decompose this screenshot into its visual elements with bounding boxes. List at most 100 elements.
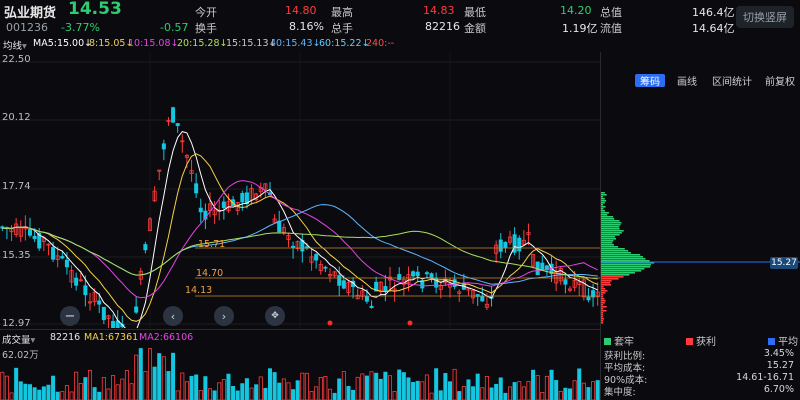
volume-bar	[531, 369, 536, 400]
stat-value: 15.27	[766, 360, 794, 371]
volume-bar	[351, 389, 356, 400]
chip-bar	[601, 230, 624, 232]
stat-profit-ratio: 获利比例: 3.45%	[604, 348, 794, 362]
y-label-top: 22.50	[2, 54, 31, 65]
volume-bar	[115, 384, 120, 400]
volume-bar	[309, 391, 314, 400]
volume-chart[interactable]	[0, 345, 600, 400]
zoom-out-button[interactable]: −	[60, 306, 80, 326]
volume-bar	[364, 375, 369, 400]
chip-bar	[601, 224, 621, 226]
volume-bar	[318, 377, 323, 400]
volume-bar	[424, 374, 429, 400]
avg-price-tag-value: 15.27	[771, 258, 797, 268]
open-label: 今开	[195, 6, 217, 19]
chip-bar	[601, 290, 608, 292]
high-label: 最高	[331, 6, 353, 19]
kline-chart[interactable]	[0, 52, 600, 328]
level-label-low: 14.13	[185, 285, 213, 296]
chip-bar	[601, 282, 611, 284]
volume-bar	[175, 390, 180, 400]
chip-bar	[601, 194, 607, 196]
volume-bar	[337, 378, 342, 400]
volume-bar	[577, 368, 582, 400]
volume-bar	[244, 378, 249, 400]
chip-bar	[601, 234, 620, 236]
stat-90-cost: 90%成本: 14.61-16.71	[604, 372, 794, 386]
volume-bar	[37, 389, 42, 400]
mktcap-label: 总值	[600, 6, 622, 19]
candle-body	[424, 272, 429, 275]
volume-bar	[494, 383, 499, 400]
candle-body	[240, 193, 245, 203]
fullscreen-button[interactable]: ✥	[265, 306, 285, 326]
candle-body	[111, 321, 116, 328]
volume-ma2: MA2:66106	[139, 332, 194, 343]
volume-bar	[411, 382, 416, 400]
volume-bar	[378, 378, 383, 400]
ma240-value: 240:--	[366, 38, 395, 49]
chip-bar	[601, 300, 606, 302]
candle-body	[175, 123, 180, 127]
volume-bar	[484, 376, 489, 400]
volume-bar	[549, 369, 554, 400]
chip-bar	[601, 216, 614, 218]
volume-bar	[586, 387, 591, 400]
volume-bar	[392, 391, 397, 400]
avg-line-dropdown[interactable]: 均线▾	[3, 38, 27, 52]
volume-bar	[0, 371, 5, 400]
candle-body	[97, 300, 102, 305]
event-dot	[407, 320, 413, 326]
volume-bar	[152, 366, 157, 400]
next-button[interactable]: ›	[214, 306, 234, 326]
chip-bar	[601, 268, 645, 270]
volume-bar	[438, 390, 443, 400]
volume-today: 82216	[50, 332, 81, 343]
volume-bar	[69, 391, 74, 400]
candle-body	[517, 237, 522, 252]
candle-body	[198, 207, 203, 213]
candle-body	[60, 256, 65, 259]
candle-body	[64, 259, 69, 268]
quote-header: 弘业期货 14.53 001236 -3.77% -0.57 今开 14.80 …	[0, 0, 800, 36]
volume-bar	[452, 368, 457, 400]
volume-bar	[374, 372, 379, 400]
volume-bar	[254, 384, 259, 400]
chip-bar	[601, 320, 603, 322]
float-value: 14.64亿	[692, 22, 735, 35]
change-amount: -0.57	[160, 21, 189, 34]
volume-bar	[60, 391, 65, 400]
change-percent: -3.77%	[61, 21, 100, 34]
volume-bar	[572, 380, 577, 400]
volume-bar	[83, 377, 88, 400]
chip-bar	[601, 314, 603, 316]
volume-bar	[341, 371, 346, 400]
volume-indicator-dropdown[interactable]: 成交量▾	[2, 332, 35, 346]
chip-bar	[601, 246, 619, 248]
prev-button[interactable]: ‹	[163, 306, 183, 326]
chip-bar	[601, 264, 651, 266]
legend-profit: 获利	[686, 333, 716, 348]
chip-bar	[601, 310, 607, 312]
candle-body	[83, 285, 88, 296]
chip-bar	[601, 252, 631, 254]
switch-portrait-button[interactable]: 切换竖屏	[736, 6, 794, 28]
avg-price-tag: 15.27	[770, 257, 798, 269]
minus-icon: −	[64, 308, 76, 324]
volume-bar	[295, 380, 300, 400]
candle-body	[341, 280, 346, 289]
volume-bar	[291, 389, 296, 400]
chip-bar	[601, 306, 607, 308]
candle-body	[27, 229, 33, 236]
volume-bar	[249, 387, 254, 400]
stock-name: 弘业期货	[4, 6, 57, 21]
volume-bar	[240, 383, 245, 400]
chip-bar	[601, 196, 603, 198]
chip-bar	[601, 250, 629, 252]
volume-bar	[544, 375, 549, 400]
chip-bar	[601, 256, 644, 258]
candle-body	[161, 143, 166, 150]
dropdown-caret-icon: ▾	[22, 41, 27, 52]
volume-bar	[161, 356, 166, 400]
y-label-2: 20.12	[2, 112, 31, 123]
